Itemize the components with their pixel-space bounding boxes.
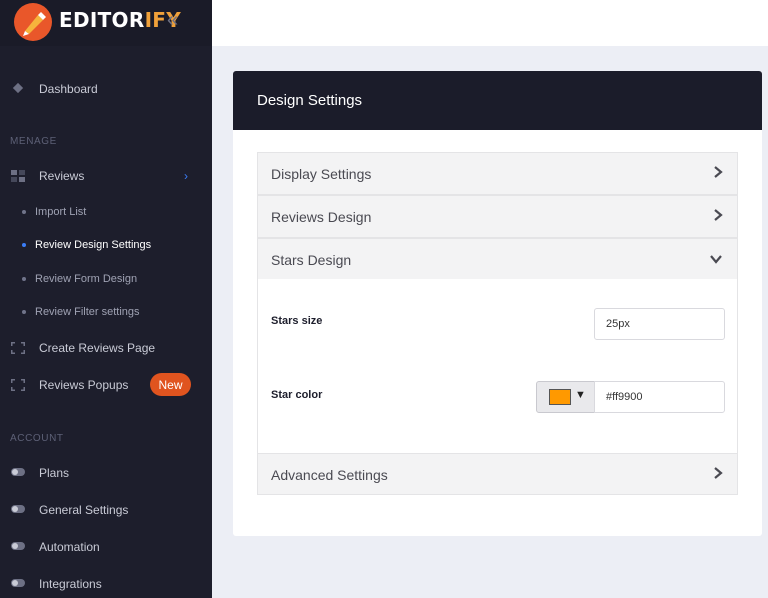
section-title-manage: MENAGE (10, 136, 57, 147)
toggle-icon (11, 468, 25, 476)
card-header: Design Settings (233, 71, 762, 130)
collapse-icon[interactable]: « (167, 9, 178, 32)
brand-name: EDITORIFY (59, 8, 182, 32)
color-swatch (549, 389, 571, 405)
sidebar-subitem-label: Import List (35, 206, 87, 218)
sidebar-label: Reviews Popups (39, 378, 129, 392)
sidebar-label: General Settings (39, 503, 129, 517)
sidebar-label: Create Reviews Page (39, 341, 156, 355)
caret-down-icon: ▼ (575, 389, 586, 401)
bullet-icon (22, 210, 26, 214)
chevron-right-icon (714, 166, 723, 178)
sidebar-subitem-review-design-settings[interactable]: Review Design Settings (0, 232, 212, 258)
star-color-label: Star color (271, 389, 323, 401)
toggle-icon (11, 542, 25, 550)
dashboard-icon (12, 82, 24, 94)
accordion-label: Advanced Settings (271, 467, 388, 483)
accordion-label: Reviews Design (271, 209, 372, 225)
sidebar-subitem-review-filter-settings[interactable]: Review Filter settings (0, 299, 212, 325)
star-color-input[interactable] (594, 381, 725, 413)
page-icon (11, 379, 25, 391)
grid-icon (11, 170, 25, 182)
sidebar-subitem-import-list[interactable]: Import List (0, 199, 212, 225)
sidebar-label: Plans (39, 466, 70, 480)
sidebar-item-reviews-popups[interactable]: Reviews Popups New (0, 370, 212, 400)
chevron-right-icon (714, 467, 723, 479)
sidebar-subitem-review-form-design[interactable]: Review Form Design (0, 266, 212, 292)
bullet-icon (22, 310, 26, 314)
sidebar-label: Automation (39, 540, 100, 554)
accordion-label: Stars Design (271, 252, 352, 268)
chevron-down-icon (710, 255, 722, 264)
accordion-stars-design[interactable]: Stars Design (257, 238, 738, 280)
chevron-right-icon: › (184, 169, 188, 183)
top-bar (212, 0, 768, 46)
accordion-display-settings[interactable]: Display Settings (257, 152, 738, 195)
color-picker-button[interactable]: ▼ (536, 381, 595, 413)
logo-row: EDITORIFY « (0, 0, 212, 46)
stars-size-label: Stars size (271, 315, 323, 327)
toggle-icon (11, 579, 25, 587)
accordion-reviews-design[interactable]: Reviews Design (257, 195, 738, 238)
toggle-icon (11, 505, 25, 513)
card-title: Design Settings (257, 92, 363, 109)
section-title-account: ACCOUNT (10, 433, 64, 444)
bullet-icon (22, 277, 26, 281)
sidebar-item-integrations[interactable]: Integrations (0, 569, 212, 598)
sidebar-subitem-label: Review Form Design (35, 273, 138, 285)
accordion-advanced-settings[interactable]: Advanced Settings (257, 453, 738, 495)
sidebar-label: Integrations (39, 577, 102, 591)
sidebar-subitem-label: Review Design Settings (35, 239, 152, 251)
sidebar-subitem-label: Review Filter settings (35, 306, 140, 318)
stars-design-panel: Stars size Star color ▼ (257, 279, 738, 454)
bullet-icon (22, 243, 26, 247)
design-settings-card: Design Settings Display Settings Reviews… (233, 71, 762, 536)
sidebar-label: Reviews (39, 169, 85, 183)
sidebar-item-plans[interactable]: Plans (0, 458, 212, 488)
logo-icon (14, 3, 52, 41)
new-badge: New (150, 373, 191, 396)
sidebar-item-create-reviews-page[interactable]: Create Reviews Page (0, 333, 212, 363)
sidebar-label: Dashboard (39, 82, 98, 96)
sidebar-item-automation[interactable]: Automation (0, 532, 212, 562)
sidebar-item-dashboard[interactable]: Dashboard (0, 74, 212, 104)
sidebar: EDITORIFY « Dashboard MENAGE Reviews › I… (0, 0, 212, 598)
chevron-right-icon (714, 209, 723, 221)
sidebar-item-general-settings[interactable]: General Settings (0, 495, 212, 525)
accordion-label: Display Settings (271, 166, 372, 182)
page-icon (11, 342, 25, 354)
stars-size-input[interactable] (594, 308, 725, 340)
sidebar-item-reviews[interactable]: Reviews › (0, 161, 212, 191)
